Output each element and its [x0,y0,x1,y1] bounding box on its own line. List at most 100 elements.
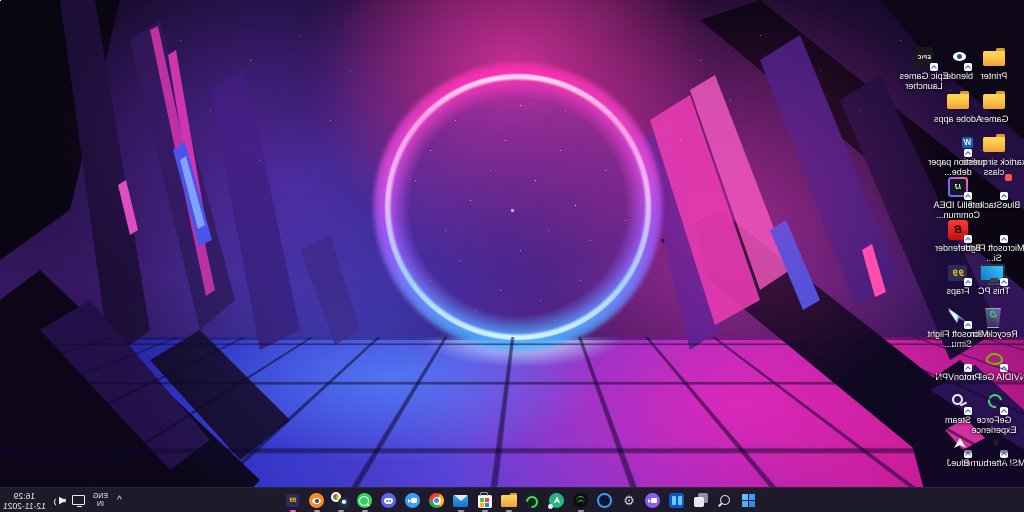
steam-icon [332,492,351,509]
running-indicator [458,510,464,512]
clock-date: 12-11-2021 [3,501,46,511]
paper-plane-icon [946,304,970,328]
shortcut-arrow-badge [964,149,972,157]
desktop-icon-bluej[interactable]: BlueJ [922,433,994,469]
taskbar-apps: ⚙ 99 [283,488,759,512]
chrome-icon [430,493,445,508]
mail-icon [454,495,469,507]
desktop-icon-bitdefender[interactable]: B Bitdefender [922,218,994,254]
search-icon [719,494,732,507]
whatsapp-icon [358,493,373,508]
desktop-icon-fraps[interactable]: 99 Fraps [922,261,994,297]
desktop-icon-label: Adobe apps [922,115,994,125]
desktop-icon-label: Epic Games Launcher [888,72,960,91]
desktop-icon-question-paper[interactable]: W question paper debe... [922,132,994,177]
taskbar-mail[interactable] [451,489,471,512]
clock-time: 16:29 [14,491,35,501]
running-indicator [290,510,296,512]
blue-panels-icon [670,493,685,508]
taskbar-purple-video-app[interactable] [643,489,663,512]
running-indicator [314,510,320,512]
taskbar-settings[interactable]: ⚙ [619,489,639,512]
hidden-icons-chevron[interactable]: ^ [115,496,124,506]
shortcut-arrow-badge [1000,278,1008,286]
zoom-icon [406,493,421,508]
taskbar-fraps[interactable]: 99 [283,489,303,512]
running-indicator [338,510,344,512]
taskbar-steam[interactable] [331,489,351,512]
desktop-screen: Printer Games kartick sir online class B… [0,0,1024,512]
desktop-icon-adobe-apps[interactable]: Adobe apps [922,89,994,125]
volume-icon[interactable] [53,494,66,507]
shortcut-arrow-badge [964,63,972,71]
taskbar-discord[interactable] [379,489,399,512]
desktop-icon-steam[interactable]: Steam [922,390,994,426]
taskbar-chrome[interactable] [427,489,447,512]
desktop-icon-label: Fraps [922,287,994,297]
geforce-experience-icon [526,493,541,508]
desktop-icon-label: BlueJ [922,459,994,469]
fraps-glyph: 99 [290,498,297,504]
taskbar-spotify[interactable] [571,489,591,512]
desktop-icon-epic-games-launcher[interactable]: EPIC Epic Games Launcher [888,46,960,91]
task-view-icon [694,493,709,508]
desktop-icon-label: Bitdefender [922,244,994,254]
running-indicator [482,510,488,512]
language-line2: IN [97,501,104,509]
desktop-icon-intellij[interactable]: IJ IntelliJ IDEA Commun... [922,175,994,220]
spotify-icon [574,493,589,508]
windows-logo-icon [743,494,756,507]
shortcut-arrow-badge [964,235,972,243]
taskbar: ⚙ 99 ^ ENG IN [0,487,1024,512]
gear-icon: ⚙ [623,494,635,507]
shortcut-arrow-badge [1000,364,1008,372]
language-line1: ENG [93,493,108,501]
discord-icon [382,493,397,508]
taskbar-zoom[interactable] [403,489,423,512]
blue-ring-icon [598,493,613,508]
shortcut-arrow-badge [964,278,972,286]
protonvpn-icon [550,493,565,508]
taskbar-search-button[interactable] [715,489,735,512]
task-view-button[interactable] [691,489,711,512]
bitdefender-glyph: B [954,224,962,236]
shortcut-arrow-badge [1000,235,1008,243]
mirrored-ui-layer: Printer Games kartick sir online class B… [0,0,1024,512]
shortcut-arrow-badge [1000,407,1008,415]
shortcut-arrow-badge [1000,450,1008,458]
taskbar-whatsapp[interactable] [355,489,375,512]
shortcut-arrow-badge [1000,192,1008,200]
shortcut-arrow-badge [930,63,938,71]
running-indicator [362,510,368,512]
fraps-glyph: 99 [952,268,964,278]
desktop-icon-protonvpn[interactable]: ProtonVPN [922,347,994,383]
taskbar-blender[interactable] [307,489,327,512]
taskbar-clock[interactable]: 16:29 12-11-2021 [3,491,46,511]
shortcut-arrow-badge [964,364,972,372]
running-indicator [578,510,584,512]
start-button[interactable] [739,489,759,512]
epic-glyph: EPIC [917,55,931,61]
shortcut-arrow-badge [964,321,972,329]
video-camera-icon [646,493,661,508]
shortcut-arrow-badge [964,407,972,415]
taskbar-geforce-experience[interactable] [523,489,543,512]
microsoft-store-icon [478,495,492,508]
shortcut-arrow-badge [964,192,972,200]
taskbar-file-explorer[interactable] [499,489,519,512]
taskbar-blue-panels-app[interactable] [667,489,687,512]
desktop-icon-microsoft-flight-simu[interactable]: Microsoft Flight Simu... [922,304,994,349]
running-indicator [506,510,512,512]
desktop-icon-label: ProtonVPN [922,373,994,383]
system-tray: ^ ENG IN 16:29 12-11-2021 [3,488,124,512]
folder-icon [946,89,970,113]
file-explorer-icon [501,495,517,508]
taskbar-protonvpn[interactable] [547,489,567,512]
word-glyph: W [962,137,973,148]
fraps-icon: 99 [287,494,300,507]
taskbar-microsoft-store[interactable] [475,489,495,512]
network-icon[interactable] [73,494,86,507]
language-indicator[interactable]: ENG IN [93,493,108,508]
taskbar-blue-ring-app[interactable] [595,489,615,512]
shortcut-arrow-badge [964,450,972,458]
